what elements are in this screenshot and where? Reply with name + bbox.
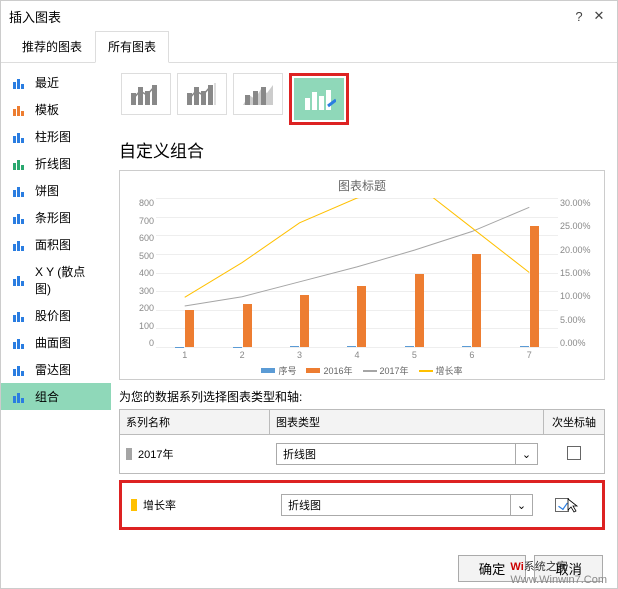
sidebar-item-stock-chart[interactable]: 股价图: [1, 302, 111, 329]
header-secondary-axis: 次坐标轴: [544, 410, 604, 434]
dialog-footer: 确定 取消: [458, 555, 603, 582]
close-button[interactable]: ✕: [589, 8, 609, 24]
sidebar-item-combo-chart[interactable]: 组合: [1, 383, 111, 410]
sidebar-item-template[interactable]: 模板: [1, 96, 111, 123]
legend-item: 增长率: [419, 364, 463, 377]
highlight-box: 增长率 折线图 ⌄: [119, 480, 605, 530]
combo-subtype-thumbs: [119, 71, 605, 127]
chart-preview: 图表标题 8007006005004003002001000 30.00%25.…: [119, 170, 605, 380]
sidebar-item-column-chart[interactable]: 柱形图: [1, 123, 111, 150]
sidebar-item-pie-chart[interactable]: 饼图: [1, 177, 111, 204]
sidebar-item-scatter-chart[interactable]: X Y (散点图): [1, 258, 111, 302]
template-icon: [11, 102, 27, 118]
tab-strip: 推荐的图表 所有图表: [1, 31, 617, 63]
series-table-header: 系列名称 图表类型 次坐标轴: [120, 410, 604, 435]
radar-chart-icon: [11, 362, 27, 378]
column-chart-icon: [11, 129, 27, 145]
main-panel: 自定义组合 图表标题 8007006005004003002001000 30.…: [111, 63, 617, 545]
sidebar-item-radar-chart[interactable]: 雷达图: [1, 356, 111, 383]
plot-area: [156, 198, 558, 348]
insert-chart-dialog: 插入图表 ? ✕ 推荐的图表 所有图表 最近模板柱形图折线图饼图条形图面积图X …: [0, 0, 618, 589]
header-chart-type: 图表类型: [270, 410, 544, 434]
secondary-axis-checkbox[interactable]: [567, 446, 581, 460]
combo-thumb-custom[interactable]: [294, 78, 344, 120]
series-swatch-icon: [126, 448, 132, 460]
legend-item: 2017年: [363, 364, 409, 377]
tab-recommended[interactable]: 推荐的图表: [9, 31, 95, 62]
legend-item: 2016年: [306, 364, 352, 377]
combo-thumb-1[interactable]: [121, 73, 171, 115]
chart-legend: 序号 2016年 2017年 增长率: [128, 364, 596, 377]
sidebar-item-area-chart[interactable]: 面积图: [1, 231, 111, 258]
series-name: 增长率: [143, 497, 176, 513]
area-chart-icon: [11, 237, 27, 253]
cancel-button[interactable]: 取消: [534, 555, 603, 582]
titlebar: 插入图表 ? ✕: [1, 1, 617, 31]
stock-chart-icon: [11, 308, 27, 324]
series-name: 2017年: [138, 446, 173, 462]
y-axis-right: 30.00%25.00%20.00%15.00%10.00%5.00%0.00%: [560, 198, 596, 348]
chart-type-sidebar: 最近模板柱形图折线图饼图条形图面积图X Y (散点图)股价图曲面图雷达图组合: [1, 63, 111, 545]
combo-thumb-3[interactable]: [233, 73, 283, 115]
surface-chart-icon: [11, 335, 27, 351]
header-series-name: 系列名称: [120, 410, 270, 434]
pie-chart-icon: [11, 183, 27, 199]
combo-thumb-2[interactable]: [177, 73, 227, 115]
scatter-chart-icon: [11, 272, 27, 288]
x-axis: 1234567: [156, 348, 558, 360]
highlight-box: [289, 73, 349, 125]
ok-button[interactable]: 确定: [458, 555, 527, 582]
line-chart-icon: [11, 156, 27, 172]
sidebar-item-bar-chart[interactable]: 条形图: [1, 204, 111, 231]
help-button[interactable]: ?: [569, 9, 589, 24]
section-title: 自定义组合: [119, 137, 605, 162]
tab-all-charts[interactable]: 所有图表: [95, 31, 169, 63]
series-swatch-icon: [131, 499, 137, 511]
series-table: 系列名称 图表类型 次坐标轴 2017年 折线图 ⌄: [119, 409, 605, 474]
series-section-label: 为您的数据系列选择图表类型和轴:: [119, 388, 605, 405]
series-row: 增长率 折线图 ⌄: [125, 486, 599, 524]
chart-plot: 8007006005004003002001000 30.00%25.00%20…: [156, 198, 558, 348]
combo-chart-icon: [11, 389, 27, 405]
series-row: 2017年 折线图 ⌄: [120, 435, 604, 473]
chart-type-combo[interactable]: 折线图 ⌄: [276, 443, 538, 465]
cursor-icon: [567, 498, 581, 514]
sidebar-item-line-chart[interactable]: 折线图: [1, 150, 111, 177]
sidebar-item-surface-chart[interactable]: 曲面图: [1, 329, 111, 356]
sidebar-item-recent[interactable]: 最近: [1, 69, 111, 96]
chevron-down-icon: ⌄: [510, 495, 532, 515]
chart-type-combo[interactable]: 折线图 ⌄: [281, 494, 533, 516]
dialog-title: 插入图表: [9, 7, 61, 26]
bar-chart-icon: [11, 210, 27, 226]
chevron-down-icon: ⌄: [515, 444, 537, 464]
legend-item: 序号: [261, 364, 296, 377]
recent-icon: [11, 75, 27, 91]
chart-title: 图表标题: [128, 177, 596, 194]
y-axis-left: 8007006005004003002001000: [130, 198, 154, 348]
